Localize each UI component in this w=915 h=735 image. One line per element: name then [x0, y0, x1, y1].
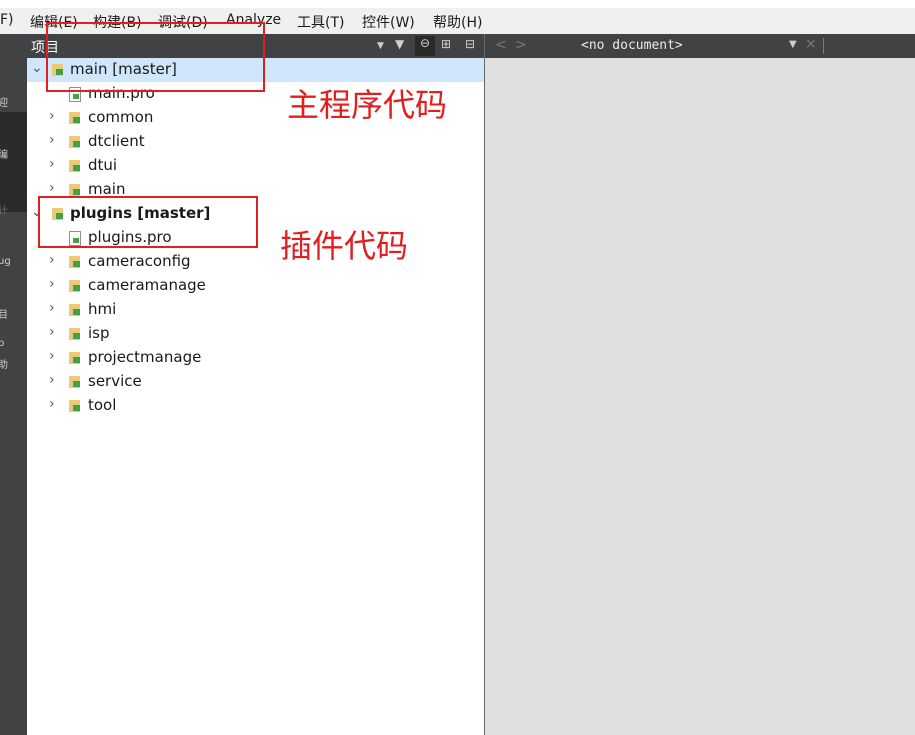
split-icon[interactable]: ⊞	[441, 37, 451, 51]
mode-help[interactable]: 助	[0, 356, 8, 371]
chevron-right-icon[interactable]: ›	[49, 372, 55, 388]
tree-row-folder[interactable]: › tool	[27, 394, 484, 418]
tree-label: projectmanage	[88, 348, 202, 366]
folder-icon	[69, 112, 80, 124]
tree-label: cameramanage	[88, 276, 206, 294]
menu-widgets[interactable]: 控件(W)	[362, 12, 415, 32]
folder-icon	[69, 160, 80, 172]
mode-welcome[interactable]: 迎	[0, 94, 8, 109]
nav-forward-icon[interactable]: >	[515, 37, 527, 53]
document-selector[interactable]: <no document>	[581, 38, 683, 53]
folder-icon	[69, 376, 80, 388]
menu-tools[interactable]: 工具(T)	[297, 12, 344, 32]
chevron-right-icon[interactable]: ›	[49, 300, 55, 316]
mode-debug[interactable]: ug	[0, 256, 11, 267]
mode-edit[interactable]: 编	[0, 146, 8, 161]
tree-row-folder[interactable]: › dtui	[27, 154, 484, 178]
menu-file[interactable]: F)	[0, 12, 14, 28]
tree-row-folder[interactable]: › isp	[27, 322, 484, 346]
tree-label: service	[88, 372, 142, 390]
annotation-box-plugins	[38, 196, 258, 248]
filter-icon[interactable]: ▼	[395, 37, 404, 51]
chevron-right-icon[interactable]: ›	[49, 252, 55, 268]
tree-row-folder[interactable]: › cameraconfig	[27, 250, 484, 274]
chevron-down-icon[interactable]: ▼	[789, 39, 797, 50]
tree-row-folder[interactable]: › cameramanage	[27, 274, 484, 298]
chevron-right-icon[interactable]: ›	[49, 396, 55, 412]
tree-label: tool	[88, 396, 117, 414]
folder-icon	[69, 280, 80, 292]
tree-label: hmi	[88, 300, 117, 318]
chevron-right-icon[interactable]: ›	[49, 132, 55, 148]
mode-bar: 迎 编 计 ug 目 p 助	[0, 34, 27, 735]
mode-projects[interactable]: 目	[0, 306, 8, 321]
mode-bar-selected	[0, 112, 27, 212]
folder-icon	[69, 136, 80, 148]
chevron-right-icon[interactable]: ›	[49, 276, 55, 292]
mode-help-p[interactable]: p	[0, 338, 4, 349]
tree-label: isp	[88, 324, 110, 342]
window-top-strip	[0, 0, 915, 8]
folder-icon	[69, 184, 80, 196]
header-separator	[823, 38, 824, 54]
chevron-right-icon[interactable]: ›	[49, 156, 55, 172]
folder-icon	[69, 256, 80, 268]
folder-icon	[69, 400, 80, 412]
tree-row-folder[interactable]: › hmi	[27, 298, 484, 322]
editor-area[interactable]	[485, 58, 915, 735]
dropdown-icon[interactable]: ▼	[377, 41, 384, 51]
mode-design[interactable]: 计	[0, 202, 8, 217]
chevron-right-icon[interactable]: ›	[49, 108, 55, 124]
chevron-down-icon[interactable]: ⌄	[31, 60, 43, 76]
nav-back-icon[interactable]: <	[495, 37, 507, 53]
tree-label: cameraconfig	[88, 252, 191, 270]
folder-icon	[69, 304, 80, 316]
tree-label: dtclient	[88, 132, 145, 150]
tree-label: dtui	[88, 156, 118, 174]
folder-icon	[69, 328, 80, 340]
link-icon[interactable]: ⊖	[415, 36, 435, 56]
folder-icon	[69, 352, 80, 364]
close-document-icon[interactable]: ×	[805, 36, 817, 52]
chevron-right-icon[interactable]: ›	[49, 180, 55, 196]
editor-header: < > <no document> ▼ ×	[485, 34, 915, 58]
menu-help[interactable]: 帮助(H)	[433, 12, 482, 32]
project-tree: ⌄ main [master] main.pro › common › dtcl…	[27, 58, 484, 735]
annotation-box-main	[46, 22, 265, 92]
annotation-main-note: 主程序代码	[287, 86, 448, 124]
chevron-right-icon[interactable]: ›	[49, 348, 55, 364]
annotation-plugins-note: 插件代码	[280, 227, 409, 265]
tree-row-folder[interactable]: › service	[27, 370, 484, 394]
tree-label: common	[88, 108, 154, 126]
tree-row-folder[interactable]: › projectmanage	[27, 346, 484, 370]
close-panel-icon[interactable]: ⊟	[465, 37, 475, 51]
tree-row-folder[interactable]: › dtclient	[27, 130, 484, 154]
chevron-right-icon[interactable]: ›	[49, 324, 55, 340]
